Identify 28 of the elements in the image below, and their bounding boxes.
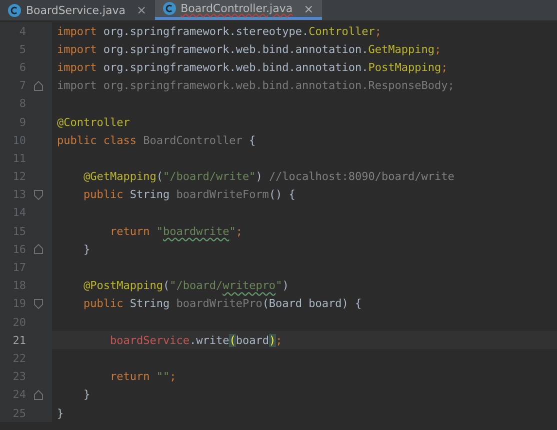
code-line: @PostMapping("/board/writepro") — [82, 279, 289, 292]
code-line: boardService.write(board); — [108, 334, 282, 347]
code-line: public String boardWriteForm() { — [82, 188, 296, 202]
file-tab[interactable]: BoardService.java × — [0, 0, 155, 20]
class-icon — [162, 2, 176, 15]
code-line: public String boardWritePro(Board board) { — [82, 297, 362, 310]
code-line: } — [82, 388, 90, 402]
line-number: 21 — [12, 334, 26, 347]
fold-icon[interactable] — [34, 190, 42, 200]
fold-icon[interactable] — [34, 390, 42, 400]
code-line: @GetMapping("/board/write") //localhost:8090/board/write — [82, 170, 454, 184]
code-line: return "boardwrite"; — [108, 224, 242, 238]
close-icon[interactable]: × — [136, 3, 147, 17]
fold-icon[interactable] — [34, 244, 42, 254]
code-line: @Controller — [57, 116, 130, 129]
code-line: import org.springframework.stereotype.Controller; — [57, 24, 382, 38]
fold-icon[interactable] — [34, 80, 42, 91]
code-line: return ""; — [108, 370, 176, 384]
code-line: import org.springframework.web.bind.annotation.ResponseBody; — [57, 79, 454, 92]
code-line: } — [57, 406, 64, 420]
code-line: import org.springframework.web.bind.annotation.GetMapping; — [57, 42, 442, 56]
close-icon[interactable]: × — [304, 2, 314, 16]
code-line: public class BoardController { — [57, 134, 256, 147]
code-line: import org.springframework.web.bind.annotation.PostMapping; — [57, 60, 448, 74]
code-line: } — [82, 242, 90, 256]
fold-icon[interactable] — [34, 298, 42, 309]
class-icon — [8, 4, 21, 16]
file-tab[interactable]: BoardController.java × — [154, 0, 322, 20]
